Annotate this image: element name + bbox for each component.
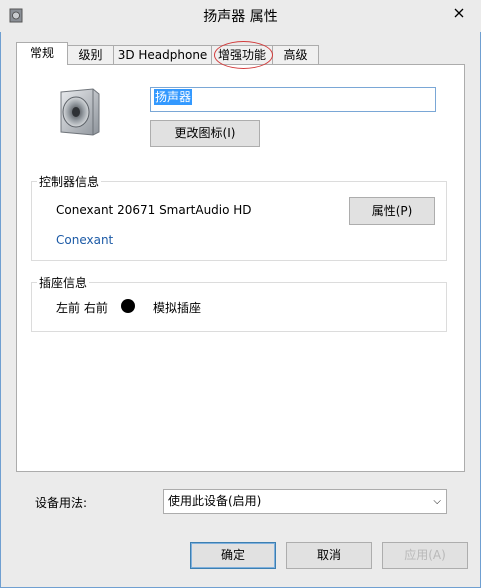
chevron-down-icon: ⌵: [433, 496, 441, 507]
device-usage-value: 使用此设备(启用): [168, 494, 262, 508]
tab-general[interactable]: 常规: [16, 42, 68, 65]
close-button[interactable]: [442, 2, 476, 24]
tab-levels[interactable]: 级别: [67, 45, 114, 64]
jack-color-dot: [121, 299, 135, 313]
device-usage-select[interactable]: 使用此设备(启用) ⌵: [163, 489, 447, 514]
close-icon: [454, 8, 464, 18]
device-name-input[interactable]: 扬声器: [150, 87, 436, 112]
controller-name: Conexant 20671 SmartAudio HD: [56, 203, 252, 217]
device-usage-label: 设备用法:: [35, 496, 88, 510]
tab-3d-headphone[interactable]: 3D Headphone: [113, 45, 212, 64]
properties-button[interactable]: 属性(P): [349, 197, 435, 225]
apply-button[interactable]: 应用(A): [382, 542, 468, 569]
change-icon-button[interactable]: 更改图标(I): [150, 120, 260, 147]
ok-button[interactable]: 确定: [190, 542, 276, 569]
tab-advanced[interactable]: 高级: [272, 45, 319, 64]
tab-enhancements[interactable]: 增强功能: [211, 45, 273, 64]
controller-info-label: 控制器信息: [37, 173, 102, 190]
window-title: 扬声器 属性: [203, 9, 278, 25]
controller-vendor-link[interactable]: Conexant: [56, 233, 113, 247]
jack-position: 左前 右前: [56, 301, 108, 315]
title-bar: 扬声器 属性: [0, 0, 481, 32]
jack-type: 模拟插座: [153, 301, 202, 315]
jack-info-label: 插座信息: [37, 274, 90, 291]
device-name-text: 扬声器: [154, 89, 193, 105]
speaker-icon: [60, 88, 100, 136]
cancel-button[interactable]: 取消: [286, 542, 372, 569]
